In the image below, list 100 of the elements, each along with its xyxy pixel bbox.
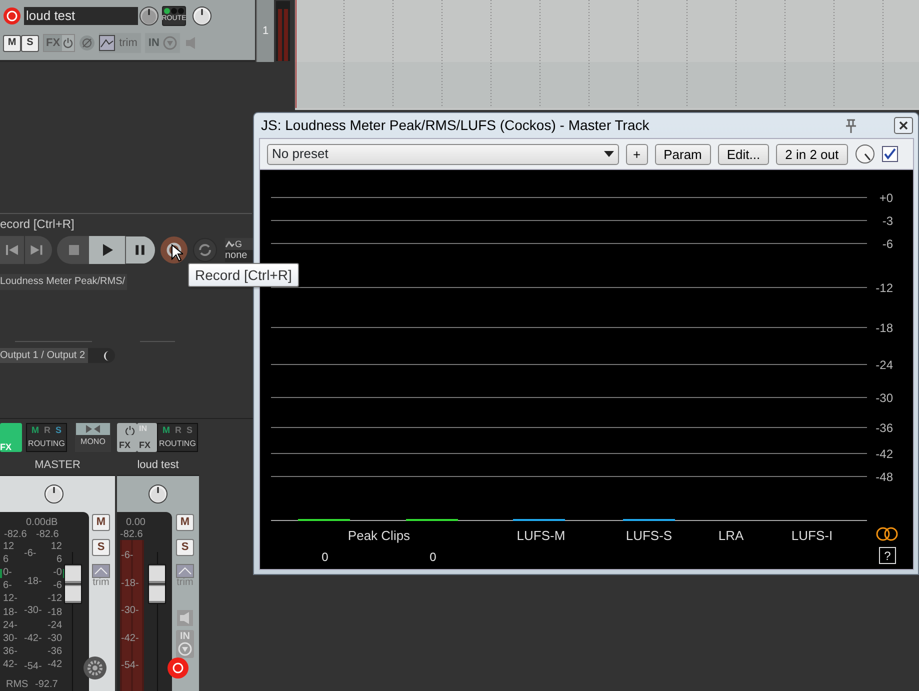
level-meter xyxy=(276,1,290,61)
power-icon xyxy=(125,425,135,435)
volume-knob[interactable] xyxy=(192,6,212,26)
scale-label: -6- xyxy=(121,551,134,561)
grid-icon xyxy=(225,239,235,249)
scale-label: 6- xyxy=(3,581,13,592)
scale-label: -6 xyxy=(882,236,893,253)
scale-label: -3 xyxy=(882,213,893,230)
link-rings-icon[interactable] xyxy=(876,527,898,541)
scale-label: -36 xyxy=(48,646,62,657)
meter-mode-label: RMS xyxy=(6,678,28,691)
toolbar-button[interactable]: + xyxy=(626,144,648,164)
scale-label: -18 xyxy=(876,320,893,337)
channel-name: loud test xyxy=(137,458,179,473)
routing-button[interactable]: M R S ROUTING xyxy=(26,423,67,452)
volume-knob[interactable] xyxy=(44,484,64,504)
tooltip: Record [Ctrl+R] xyxy=(188,263,299,287)
routing-button[interactable]: M R S ROUTING xyxy=(157,423,198,452)
scale-label: -18- xyxy=(24,577,42,588)
scale-label: -42- xyxy=(24,634,42,644)
scale-label: 30- xyxy=(3,634,18,644)
channel-button[interactable]: S xyxy=(92,539,110,556)
settings-icon[interactable] xyxy=(83,656,107,680)
volume-fader[interactable] xyxy=(148,564,166,604)
scale-label: -6 xyxy=(53,581,62,592)
phase-button[interactable] xyxy=(79,35,96,51)
scale-label: 18- xyxy=(3,608,18,618)
scale-label: -30 xyxy=(48,634,62,644)
toolbar-button[interactable]: Param xyxy=(654,144,711,164)
scale-label: -12 xyxy=(48,594,62,604)
wet-knob[interactable] xyxy=(854,144,875,164)
scale-label: 12- xyxy=(3,594,18,604)
pin-icon[interactable] xyxy=(844,118,858,134)
scale-label: -12 xyxy=(876,280,893,297)
scale-label: -30- xyxy=(121,606,139,616)
envelope-icon xyxy=(92,564,110,578)
meter-label: LRA xyxy=(717,527,745,545)
level-indicator xyxy=(0,569,2,578)
volume-readout: 0.00 xyxy=(126,516,146,530)
scale-label: -30- xyxy=(24,606,42,616)
scale-label: -6- xyxy=(24,549,38,559)
scale-label: -54- xyxy=(24,662,42,672)
track-number: 1 xyxy=(262,24,269,39)
pan-icon[interactable] xyxy=(101,350,111,362)
channel-button[interactable]: M xyxy=(176,514,194,531)
help-button[interactable]: ? xyxy=(879,547,896,564)
scale-label: -48 xyxy=(876,469,893,486)
scale-label: -24 xyxy=(876,357,893,374)
scale-label: -42 xyxy=(48,660,62,670)
channel-name: MASTER xyxy=(34,458,80,473)
fx-chain-item[interactable]: Loudness Meter Peak/RMS/ xyxy=(0,274,128,290)
scale-label: -0 xyxy=(53,568,62,578)
stop-button[interactable] xyxy=(57,236,89,264)
stereo-width-icon xyxy=(76,423,110,435)
channel-button[interactable]: S xyxy=(176,539,194,556)
scale-label: 36- xyxy=(3,646,18,657)
scale-label: -42- xyxy=(121,634,139,644)
clip-count: 0 xyxy=(320,549,330,566)
scale-label: -54- xyxy=(121,661,139,671)
track-button[interactable]: M xyxy=(3,34,21,52)
close-button[interactable] xyxy=(894,117,913,134)
toolbar-button[interactable]: 2 in 2 out xyxy=(776,144,848,164)
scale-label: -18 xyxy=(48,608,62,618)
track-name-field[interactable]: loud test xyxy=(24,7,138,25)
scale-label: -42 xyxy=(876,446,893,463)
scale-label: 24- xyxy=(3,620,18,631)
grid-value[interactable]: none xyxy=(225,250,253,262)
power-icon[interactable] xyxy=(62,35,74,51)
volume-knob[interactable] xyxy=(139,6,159,26)
mono-button[interactable]: MONO xyxy=(75,423,111,452)
preset-dropdown[interactable]: No preset xyxy=(267,144,619,164)
scale-label: -24 xyxy=(48,620,62,631)
dropdown-icon xyxy=(178,642,192,656)
envelope-icon xyxy=(176,564,194,578)
meter-label: LUFS-S xyxy=(624,527,674,545)
bypass-checkbox[interactable] xyxy=(882,146,898,162)
peak-hold-readout: -92.7 xyxy=(35,678,58,691)
peak-readout: -82.6 xyxy=(4,528,27,542)
scale-label: 0- xyxy=(3,568,13,578)
scale-label: +0 xyxy=(879,190,893,207)
scale-label: 42- xyxy=(3,660,18,670)
scale-label: 12 xyxy=(3,542,16,552)
meter-label: Peak Clips xyxy=(346,527,412,545)
record-arm-button[interactable] xyxy=(167,657,189,679)
channel-button[interactable]: M xyxy=(92,514,110,531)
repeat-button[interactable] xyxy=(193,238,217,262)
scale-label: 6 xyxy=(56,555,62,566)
play-button[interactable] xyxy=(89,236,125,264)
caret-icon xyxy=(604,151,614,157)
scale-label: 12 xyxy=(50,542,62,552)
scale-label: -30 xyxy=(876,390,893,407)
pause-button[interactable] xyxy=(125,236,155,264)
fx-button[interactable]: FX xyxy=(117,423,137,452)
toolbar-button[interactable]: Edit... xyxy=(718,144,770,164)
track-button[interactable]: S xyxy=(21,34,39,52)
scale-label: 6 xyxy=(3,555,10,566)
meter-label: LUFS-I xyxy=(790,527,834,545)
volume-fader[interactable] xyxy=(64,564,82,604)
volume-knob[interactable] xyxy=(148,484,168,504)
action-status-text: ecord [Ctrl+R] xyxy=(0,216,74,233)
